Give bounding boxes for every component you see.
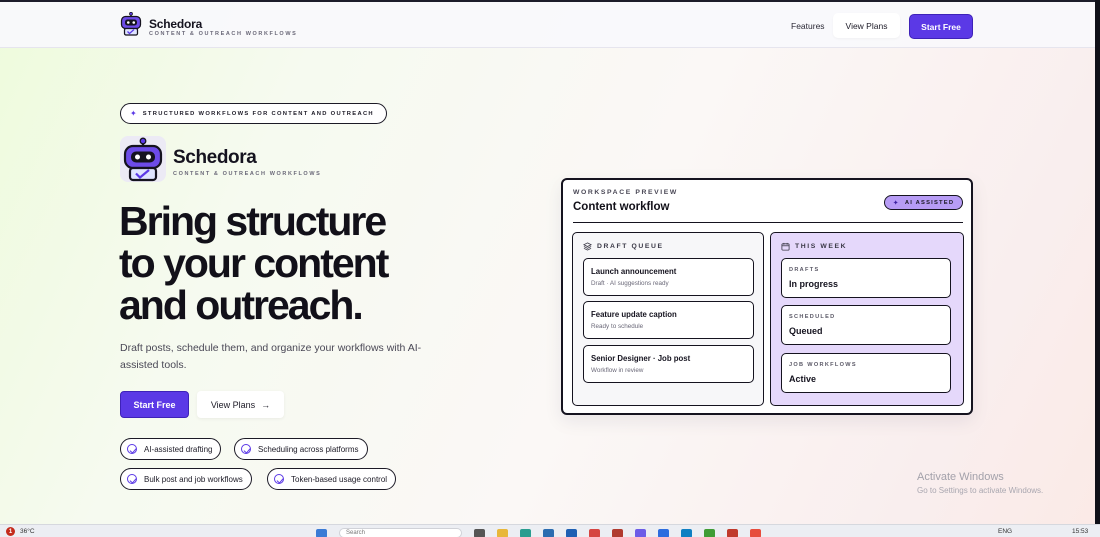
preview-kicker: WORKSPACE PREVIEW xyxy=(573,189,678,196)
taskbar-search[interactable]: Search xyxy=(339,528,462,537)
feature-chip-label: Bulk post and job workflows xyxy=(144,474,243,484)
top-nav: Schedora CONTENT & OUTREACH WORKFLOWS Fe… xyxy=(0,2,1095,48)
store-icon[interactable] xyxy=(543,528,554,537)
feature-chip: Token-based usage control xyxy=(267,468,397,490)
start-free-button[interactable]: Start Free xyxy=(120,391,189,418)
divider xyxy=(573,222,963,223)
app-icon[interactable] xyxy=(612,528,623,537)
taskbar-apps: Search xyxy=(316,528,773,537)
edge-browser-icon[interactable] xyxy=(520,528,531,537)
app-icon[interactable] xyxy=(681,528,692,537)
app-icon[interactable] xyxy=(658,528,669,537)
draft-item[interactable]: Feature update caption Ready to schedule xyxy=(583,301,754,339)
week-stat-value: Active xyxy=(789,374,817,384)
check-circle-icon xyxy=(127,474,137,484)
robot-logo-icon xyxy=(120,12,142,36)
windows-start-icon[interactable] xyxy=(316,528,327,537)
week-stat-card: JOB WORKFLOWS Active xyxy=(781,353,951,393)
check-circle-icon xyxy=(274,474,284,484)
file-explorer-icon[interactable] xyxy=(497,528,508,537)
calendar-icon xyxy=(781,242,790,251)
week-stat-label: JOB WORKFLOWS xyxy=(789,362,857,368)
this-week-panel: THIS WEEK DRAFTS In progress SCHEDULED Q… xyxy=(770,232,964,406)
this-week-heading: THIS WEEK xyxy=(781,242,847,251)
check-circle-icon xyxy=(127,444,137,454)
hero-subtitle: Draft posts, schedule them, and organize… xyxy=(120,342,422,371)
activate-windows-watermark: Activate Windows Go to Settings to activ… xyxy=(917,471,1043,495)
week-stat-value: Queued xyxy=(789,326,823,336)
activate-title: Activate Windows xyxy=(917,471,1004,483)
notification-badge: 1 xyxy=(6,527,15,536)
task-view-icon[interactable] xyxy=(474,528,485,537)
weather-widget[interactable]: 1 36°C xyxy=(6,527,35,536)
draft-item-status: Ready to schedule xyxy=(591,323,644,330)
feature-chip-label: AI-assisted drafting xyxy=(144,444,213,454)
week-stat-label: SCHEDULED xyxy=(789,314,836,320)
window-right-border xyxy=(1095,0,1100,524)
hero-headline: Bring structure to your content and outr… xyxy=(119,200,519,326)
week-stat-label: DRAFTS xyxy=(789,267,820,273)
app-icon[interactable] xyxy=(727,528,738,537)
hero-brand-tagline: CONTENT & OUTREACH WORKFLOWS xyxy=(173,171,322,177)
draft-queue-heading: DRAFT QUEUE xyxy=(583,242,664,251)
preview-title: Content workflow xyxy=(573,201,670,213)
workspace-preview-card: WORKSPACE PREVIEW Content workflow ✦ AI … xyxy=(561,178,973,415)
feature-chip: AI-assisted drafting xyxy=(120,438,222,460)
feature-chip-label: Scheduling across platforms xyxy=(258,444,359,454)
week-stat-value: In progress xyxy=(789,279,839,289)
outlook-icon[interactable] xyxy=(566,528,577,537)
hero-eyebrow-text: STRUCTURED WORKFLOWS FOR CONTENT AND OUT… xyxy=(142,110,374,117)
this-week-title: THIS WEEK xyxy=(795,243,848,250)
draft-item-status: Workflow in review xyxy=(591,367,644,374)
headline-line: and outreach. xyxy=(119,282,364,328)
draft-item-title: Launch announcement xyxy=(591,267,677,276)
app-icon[interactable] xyxy=(704,528,715,537)
headline-line: Bring structure xyxy=(119,198,387,244)
layers-icon xyxy=(583,242,592,251)
check-circle-icon xyxy=(241,444,251,454)
headline-line: to your content xyxy=(119,240,389,286)
chrome-icon[interactable] xyxy=(589,528,600,537)
draft-queue-panel: DRAFT QUEUE Launch announcement Draft · … xyxy=(572,232,764,406)
activate-hint: Go to Settings to activate Windows. xyxy=(917,486,1044,495)
arrow-right-icon: → xyxy=(261,399,271,410)
sparkle-icon: ✦ xyxy=(892,199,900,207)
robot-logo-icon xyxy=(120,136,166,182)
feature-chip: Scheduling across platforms xyxy=(234,438,368,460)
ai-assisted-label: AI ASSISTED xyxy=(904,199,955,206)
sparkle-icon: ✦ xyxy=(130,109,137,118)
feature-chip: Bulk post and job workflows xyxy=(120,468,252,490)
app-icon[interactable] xyxy=(750,528,761,537)
feature-chip-label: Token-based usage control xyxy=(291,474,388,484)
nav-view-plans-button[interactable]: View Plans xyxy=(833,13,900,38)
nav-features-link[interactable]: Features xyxy=(791,21,825,31)
view-plans-button[interactable]: View Plans → xyxy=(197,391,284,418)
temperature: 36°C xyxy=(20,528,35,535)
view-plans-label: View Plans xyxy=(210,399,256,410)
teams-icon[interactable] xyxy=(635,528,646,537)
brand-name: Schedora xyxy=(149,17,203,31)
language-indicator[interactable]: ENG xyxy=(998,528,1012,535)
draft-item-title: Senior Designer · Job post xyxy=(591,354,691,363)
draft-queue-title: DRAFT QUEUE xyxy=(597,243,664,250)
brand-link[interactable]: Schedora CONTENT & OUTREACH WORKFLOWS xyxy=(120,12,296,37)
week-stat-card: SCHEDULED Queued xyxy=(781,305,951,345)
os-taskbar: 1 36°C Search ENG 15:53 xyxy=(0,524,1100,537)
draft-item-status: Draft · AI suggestions ready xyxy=(591,280,669,287)
hero-brand-name: Schedora xyxy=(173,147,257,168)
draft-item[interactable]: Launch announcement Draft · AI suggestio… xyxy=(583,258,754,296)
hero-eyebrow-badge: ✦ STRUCTURED WORKFLOWS FOR CONTENT AND O… xyxy=(120,103,387,124)
nav-start-free-button[interactable]: Start Free xyxy=(909,14,973,39)
taskbar-clock[interactable]: 15:53 xyxy=(1072,528,1088,535)
draft-item[interactable]: Senior Designer · Job post Workflow in r… xyxy=(583,345,754,383)
draft-item-title: Feature update caption xyxy=(591,310,677,319)
ai-assisted-badge: ✦ AI ASSISTED xyxy=(884,195,963,210)
brand-tagline: CONTENT & OUTREACH WORKFLOWS xyxy=(149,31,298,37)
week-stat-card: DRAFTS In progress xyxy=(781,258,951,298)
